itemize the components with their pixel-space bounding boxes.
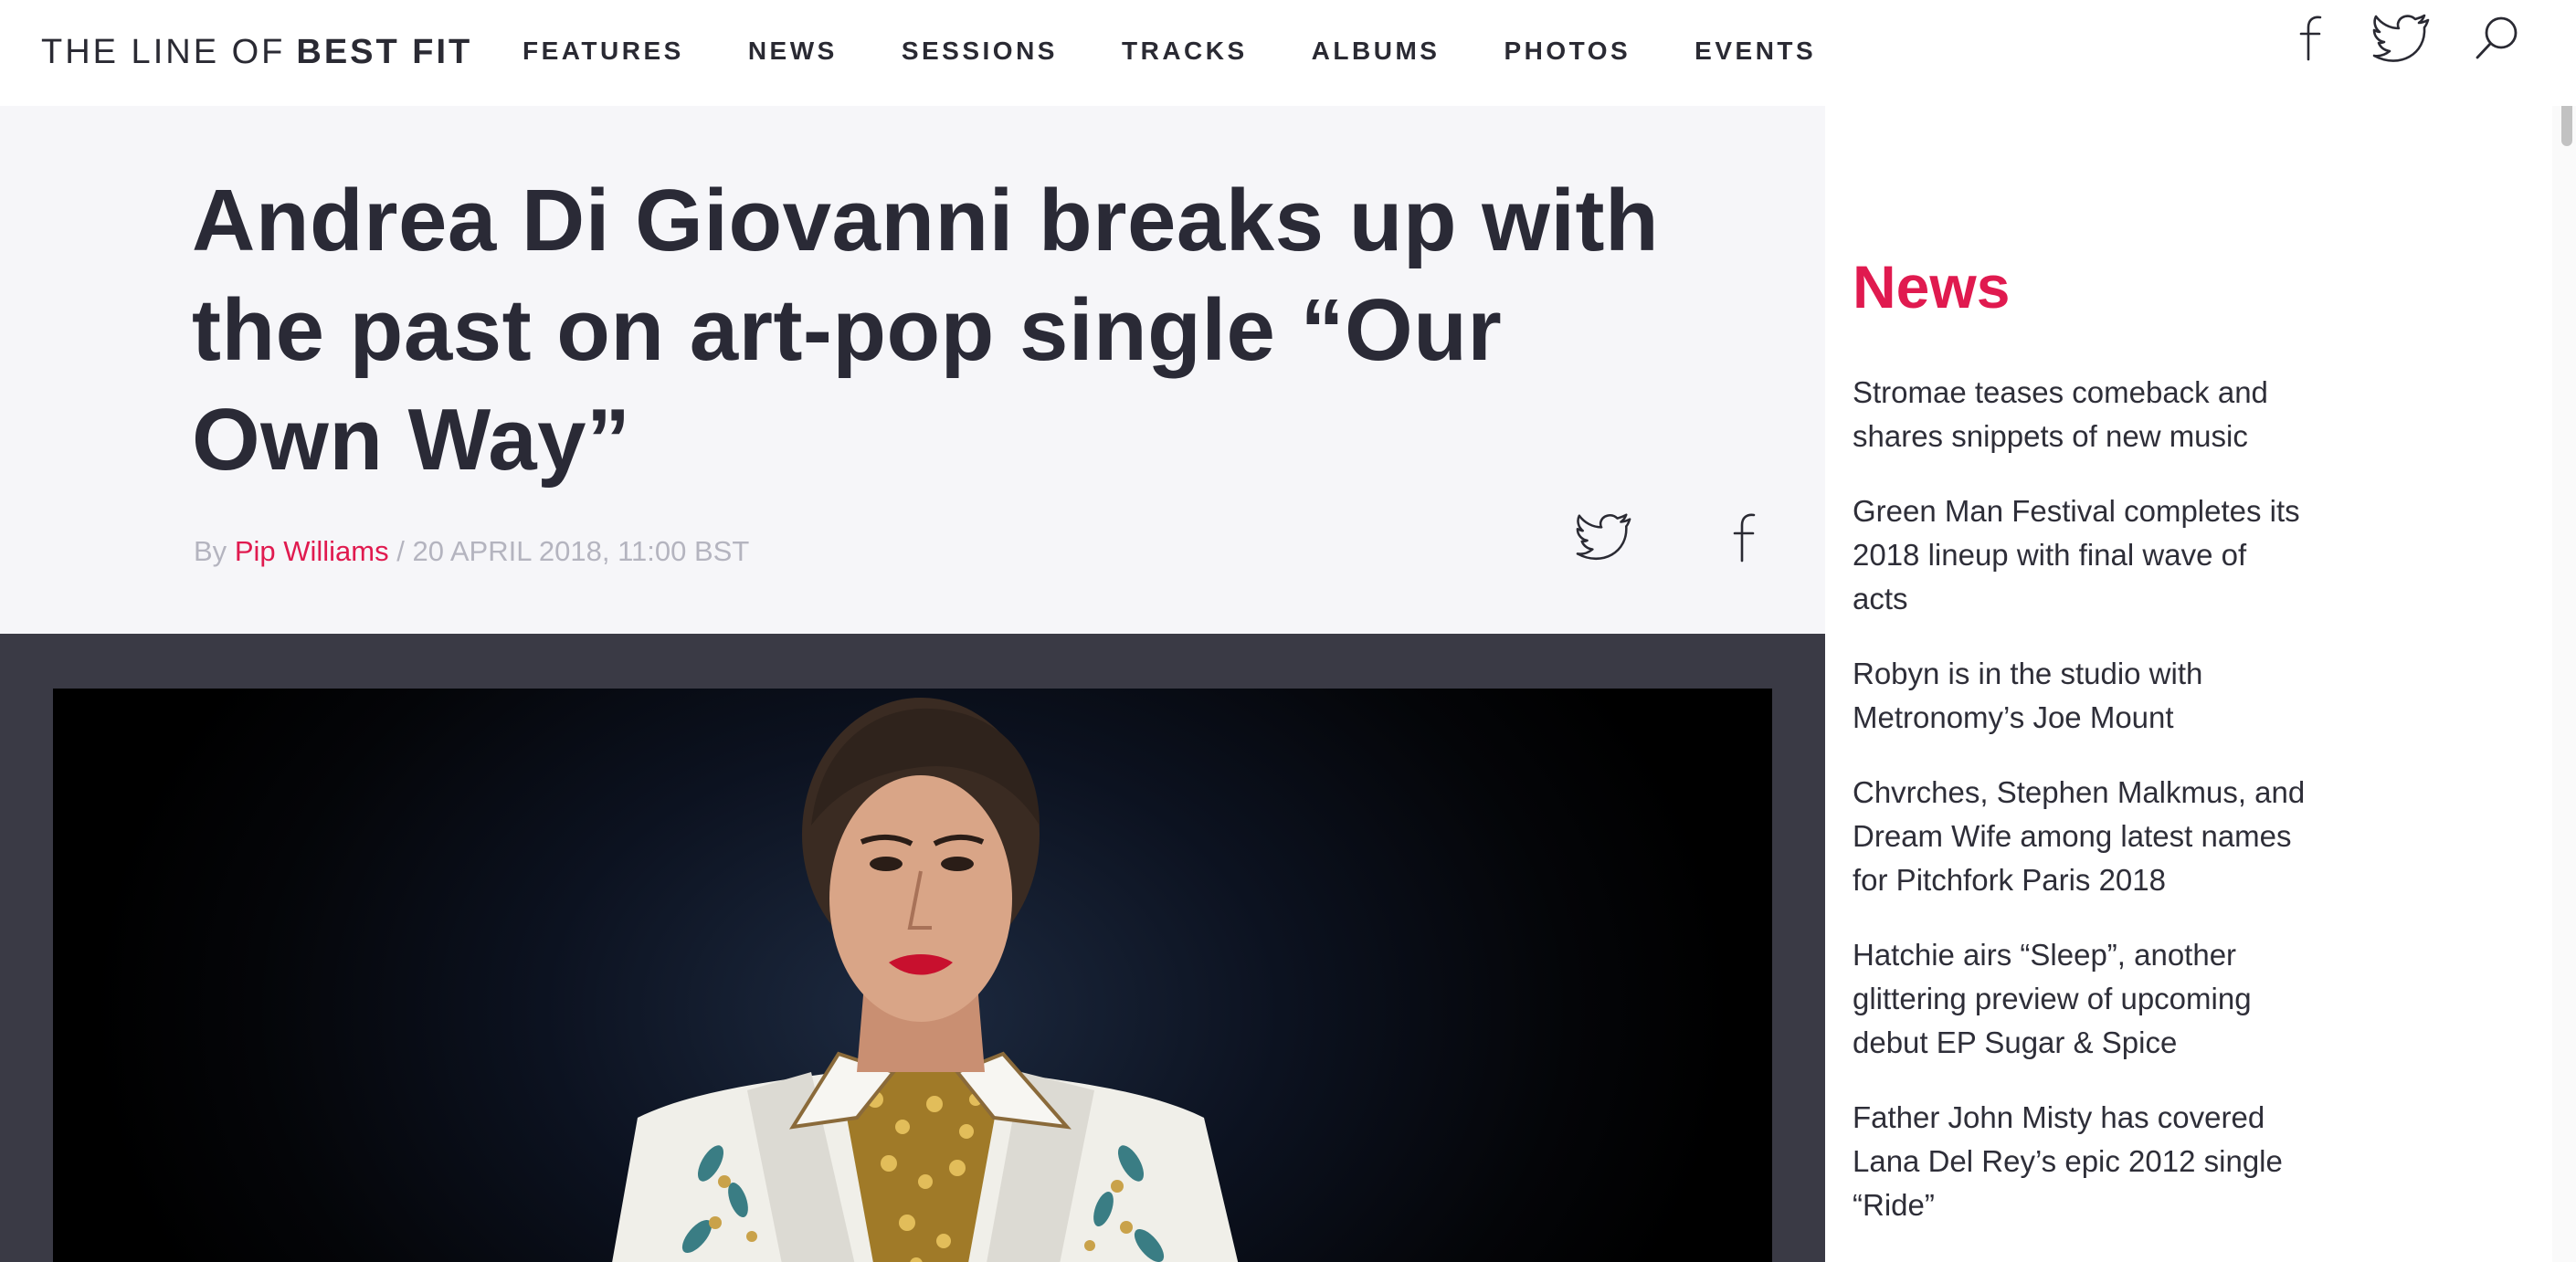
byline-separator: / [396,535,405,567]
nav-albums[interactable]: ALBUMS [1312,37,1441,66]
brand-light-text: THE LINE OF [41,33,286,71]
news-item[interactable]: Father John Misty has covered Lana Del R… [1853,1096,2309,1227]
main-nav: FEATURES NEWS SESSIONS TRACKS ALBUMS PHO… [523,37,1880,66]
nav-sessions[interactable]: SESSIONS [902,37,1058,66]
site-logo[interactable]: THE LINE OF BEST FIT [41,33,472,72]
news-item[interactable]: Green Man Festival completes its 2018 li… [1853,489,2309,621]
news-item[interactable]: Chvrches, Stephen Malkmus, and Dream Wif… [1853,771,2309,902]
author-link[interactable]: Pip Williams [235,535,389,567]
site-header: THE LINE OF BEST FIT FEATURES NEWS SESSIO… [0,0,2576,106]
share-twitter-icon[interactable] [1575,511,1633,567]
article-byline: By Pip Williams / 20 APRIL 2018, 11:00 B… [194,535,749,568]
sidebar-heading: News [1853,253,2011,321]
facebook-icon[interactable] [2295,14,2331,63]
header-icons [2254,13,2523,64]
article-photo [53,689,1772,1262]
page-scrollbar[interactable] [2552,0,2576,1262]
news-item[interactable]: Stromae teases comeback and shares snipp… [1853,371,2309,458]
nav-photos[interactable]: PHOTOS [1504,37,1631,66]
byline-by-label: By [194,535,227,567]
search-icon[interactable] [2472,13,2523,64]
article-date: 20 APRIL 2018, 11:00 BST [412,535,750,567]
article-header: Andrea Di Giovanni breaks up with the pa… [0,106,1825,634]
news-list: Stromae teases comeback and shares snipp… [1853,371,2309,1258]
brand-bold-text: BEST FIT [296,33,473,71]
nav-events[interactable]: EVENTS [1694,37,1816,66]
nav-news[interactable]: NEWS [748,37,838,66]
news-item[interactable]: Robyn is in the studio with Metronomy’s … [1853,652,2309,740]
share-facebook-icon[interactable] [1728,511,1765,569]
twitter-icon[interactable] [2371,13,2432,64]
portrait-illustration [612,698,1239,1262]
news-item[interactable]: Hatchie airs “Sleep”, another glittering… [1853,933,2309,1065]
nav-tracks[interactable]: TRACKS [1122,37,1248,66]
article-title: Andrea Di Giovanni breaks up with the pa… [192,172,1660,489]
nav-features[interactable]: FEATURES [523,37,684,66]
featured-media [0,634,1825,1262]
page: THE LINE OF BEST FIT FEATURES NEWS SESSIO… [0,0,2576,1262]
